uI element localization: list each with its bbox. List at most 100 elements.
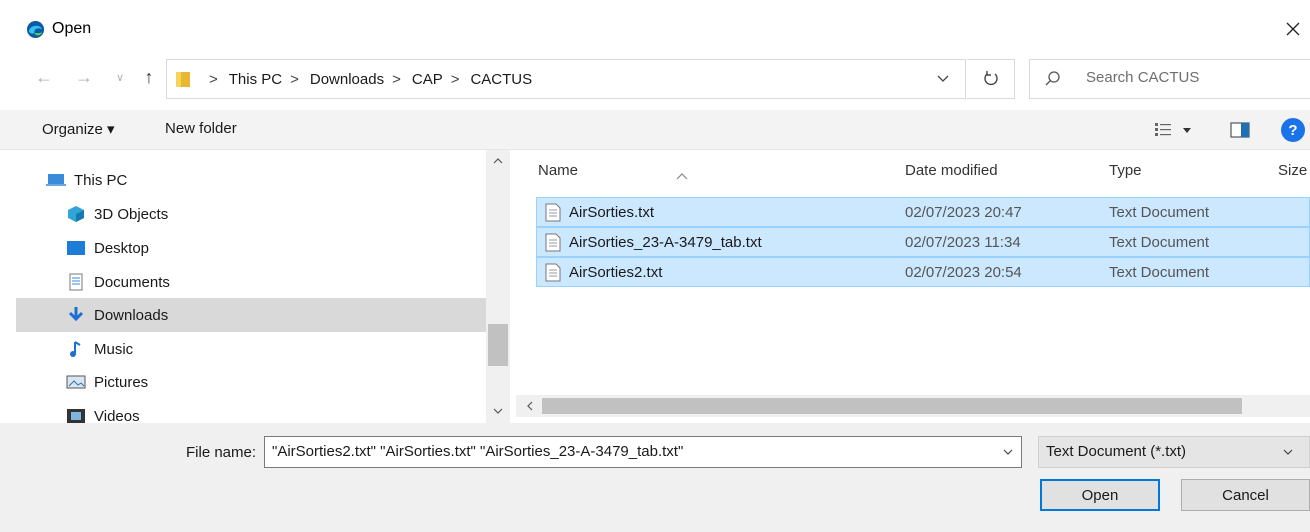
file-row[interactable]: AirSorties_23-A-3479_tab.txt 02/07/2023 … <box>536 227 1310 257</box>
sidebar-item-label: Pictures <box>94 373 149 391</box>
command-toolbar: Organize ▾ New folder ? <box>0 110 1310 150</box>
sidebar-item-pictures[interactable]: Pictures <box>16 365 486 399</box>
column-header-type[interactable]: Type <box>1109 162 1142 179</box>
window-title: Open <box>52 20 92 37</box>
address-dropdown-button[interactable] <box>933 69 953 89</box>
scrollbar-thumb[interactable] <box>542 398 1242 414</box>
file-type: Text Document <box>1109 264 1210 281</box>
column-header-date-modified[interactable]: Date modified <box>905 162 998 179</box>
file-name: AirSorties.txt <box>569 204 655 221</box>
sidebar-item-label: 3D Objects <box>94 205 169 223</box>
cube-icon <box>68 206 84 222</box>
scroll-left-button[interactable] <box>522 395 538 417</box>
chevron-down-icon <box>1003 449 1013 455</box>
column-header-size[interactable]: Size <box>1278 162 1307 179</box>
sidebar-item-label: Documents <box>94 273 170 291</box>
breadcrumb-separator: > <box>290 70 299 88</box>
title-bar: Open <box>0 0 1310 58</box>
file-name: AirSorties2.txt <box>569 264 663 281</box>
navigation-scrollbar[interactable] <box>486 150 510 423</box>
horizontal-scrollbar[interactable] <box>516 395 1310 417</box>
column-header-name[interactable]: Name <box>538 162 578 179</box>
close-button[interactable] <box>1276 12 1310 46</box>
sort-ascending-icon <box>676 173 688 180</box>
breadcrumb: > This PC > Downloads > CAP > CACTUS <box>201 60 532 98</box>
forward-button[interactable]: → <box>72 64 96 90</box>
recent-locations-button[interactable]: ∨ <box>112 64 128 90</box>
breadcrumb-cactus[interactable]: CACTUS <box>470 71 532 88</box>
up-button[interactable]: ↑ <box>138 64 160 90</box>
edge-app-icon <box>26 20 45 39</box>
sidebar-item-music[interactable]: Music <box>16 332 486 366</box>
scrollbar-thumb[interactable] <box>488 324 508 366</box>
search-icon <box>1045 71 1060 86</box>
back-button[interactable]: ← <box>32 64 56 90</box>
music-icon <box>70 341 81 357</box>
text-file-icon <box>545 233 561 252</box>
film-icon <box>67 409 85 423</box>
change-view-button[interactable] <box>1155 120 1205 140</box>
breadcrumb-separator: > <box>450 70 460 88</box>
computer-icon <box>46 174 66 186</box>
file-type-dropdown-button[interactable] <box>1278 442 1298 462</box>
scroll-up-button[interactable] <box>486 150 510 172</box>
chevron-up-icon <box>493 158 503 164</box>
sidebar-item-documents[interactable]: Documents <box>16 265 486 299</box>
new-folder-button[interactable]: New folder <box>165 120 237 137</box>
file-type-select[interactable]: Text Document (*.txt) <box>1038 436 1310 468</box>
refresh-icon <box>983 71 998 86</box>
breadcrumb-separator: > <box>392 70 401 88</box>
file-date: 02/07/2023 20:54 <box>905 264 1022 281</box>
file-date: 02/07/2023 20:47 <box>905 204 1022 221</box>
caret-down-icon <box>1183 127 1191 133</box>
chevron-down-icon <box>1283 449 1293 455</box>
open-button[interactable]: Open <box>1040 479 1160 511</box>
file-type: Text Document <box>1109 204 1210 221</box>
cancel-button[interactable]: Cancel <box>1181 479 1310 511</box>
sidebar-item-label: This PC <box>74 171 128 189</box>
navigation-pane: This PC 3D Objects Desktop Documents Dow… <box>16 150 510 423</box>
search-placeholder: Search CACTUS <box>1086 69 1200 86</box>
file-name-input[interactable]: "AirSorties2.txt" "AirSorties.txt" "AirS… <box>264 436 1022 468</box>
help-button[interactable]: ? <box>1281 118 1305 142</box>
file-name-label: File name: <box>186 444 257 461</box>
pictures-icon <box>66 375 86 389</box>
chevron-down-icon <box>493 408 503 414</box>
sidebar-item-label: Desktop <box>94 239 150 257</box>
file-name-dropdown-button[interactable] <box>998 442 1018 462</box>
file-date: 02/07/2023 11:34 <box>905 234 1021 251</box>
file-row[interactable]: AirSorties.txt 02/07/2023 20:47 Text Doc… <box>536 197 1310 227</box>
dialog-footer: File name: "AirSorties2.txt" "AirSorties… <box>0 423 1310 532</box>
text-file-icon <box>545 203 561 222</box>
chevron-down-icon <box>937 75 949 82</box>
preview-pane-icon[interactable] <box>1230 121 1250 139</box>
organize-button[interactable]: Organize ▾ <box>42 120 115 138</box>
sidebar-item-this-pc[interactable]: This PC <box>16 163 486 197</box>
sidebar-item-label: Music <box>94 340 134 358</box>
close-icon <box>1286 22 1300 36</box>
address-bar[interactable]: > This PC > Downloads > CAP > CACTUS <box>166 59 966 99</box>
desktop-icon <box>67 241 85 255</box>
sidebar-item-desktop[interactable]: Desktop <box>16 231 486 265</box>
file-list: Name Date modified Type Size AirSorties.… <box>516 150 1310 423</box>
file-row[interactable]: AirSorties2.txt 02/07/2023 20:54 Text Do… <box>536 257 1310 287</box>
sidebar-item-label: Videos <box>94 407 140 424</box>
sidebar-item-downloads[interactable]: Downloads <box>16 298 486 332</box>
scroll-down-button[interactable] <box>486 400 510 422</box>
refresh-button[interactable] <box>967 59 1015 99</box>
file-type: Text Document <box>1109 234 1210 251</box>
sidebar-item-videos[interactable]: Videos <box>16 399 486 423</box>
download-icon <box>68 307 84 322</box>
breadcrumb-downloads[interactable]: Downloads <box>310 71 384 88</box>
text-file-icon <box>545 263 561 282</box>
search-input[interactable]: Search CACTUS <box>1029 59 1310 99</box>
breadcrumb-this-pc[interactable]: This PC <box>229 71 282 88</box>
document-icon <box>69 273 83 291</box>
breadcrumb-cap[interactable]: CAP <box>412 71 443 88</box>
sidebar-item-label: Downloads <box>94 306 169 324</box>
file-name: AirSorties_23-A-3479_tab.txt <box>569 234 762 251</box>
chevron-left-icon <box>527 401 533 411</box>
details-view-icon <box>1155 123 1171 136</box>
sidebar-item-3d-objects[interactable]: 3D Objects <box>16 197 486 231</box>
folder-icon <box>176 72 190 87</box>
